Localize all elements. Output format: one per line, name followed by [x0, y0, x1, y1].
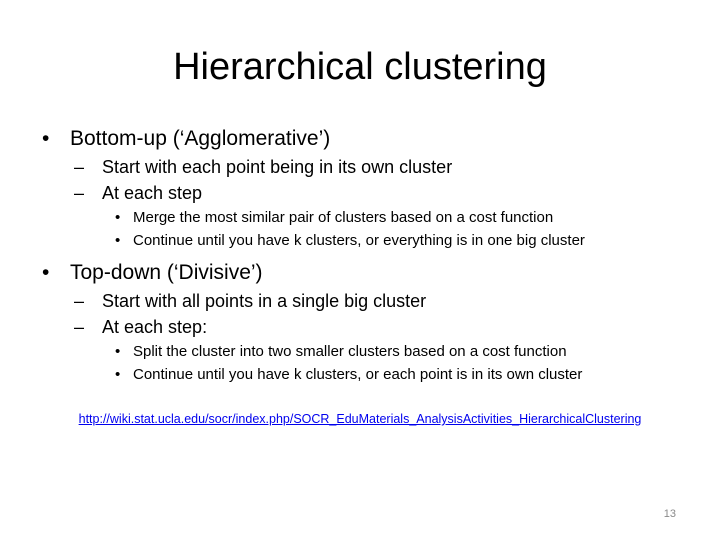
dash-marker: – [74, 291, 85, 311]
bullet-marker: • [42, 261, 50, 284]
sub-sub-bullet-text: Continue until you have k clusters, or e… [133, 232, 585, 249]
sub-bullet: – Start with all points in a single big … [42, 288, 702, 314]
sub-sub-bullet: • Continue until you have k clusters, or… [42, 229, 702, 252]
sub-bullet: – Start with each point being in its own… [42, 154, 702, 180]
dash-marker: – [74, 183, 85, 203]
bullet-marker: • [115, 209, 121, 226]
sub-bullet-text: Start with all points in a single big cl… [102, 291, 427, 311]
sub-bullet: – At each step [42, 180, 702, 206]
sub-bullet: – At each step: [42, 314, 702, 340]
sub-sub-bullet-text: Merge the most similar pair of clusters … [133, 209, 554, 226]
bullet-list: • Bottom-up (‘Agglomerative’) – Start wi… [42, 124, 702, 386]
sub-sub-bullet-text: Continue until you have k clusters, or e… [133, 366, 583, 383]
sub-bullet-text: At each step: [102, 317, 208, 337]
bullet-text: Top-down (‘Divisive’) [70, 261, 263, 284]
bullet-marker: • [115, 366, 121, 383]
bullet-bottom-up: • Bottom-up (‘Agglomerative’) [42, 124, 702, 154]
bullet-marker: • [42, 127, 50, 150]
dash-marker: – [74, 317, 85, 337]
slide: Hierarchical clustering • Bottom-up (‘Ag… [0, 0, 720, 540]
sub-sub-bullet: • Split the cluster into two smaller clu… [42, 340, 702, 363]
slide-title: Hierarchical clustering [173, 46, 547, 88]
dash-marker: – [74, 157, 85, 177]
reference-link[interactable]: http://wiki.stat.ucla.edu/socr/index.php… [79, 412, 642, 426]
bullet-top-down: • Top-down (‘Divisive’) [42, 258, 702, 288]
bullet-marker: • [115, 343, 121, 360]
sub-sub-bullet: • Continue until you have k clusters, or… [42, 363, 702, 386]
bullet-marker: • [115, 232, 121, 249]
reference-link-row: http://wiki.stat.ucla.edu/socr/index.php… [0, 410, 720, 428]
sub-sub-bullet-text: Split the cluster into two smaller clust… [133, 343, 567, 360]
bullet-text: Bottom-up (‘Agglomerative’) [70, 127, 331, 150]
page-number: 13 [663, 508, 676, 520]
sub-bullet-text: Start with each point being in its own c… [102, 157, 453, 177]
sub-bullet-text: At each step [102, 183, 203, 203]
sub-sub-bullet: • Merge the most similar pair of cluster… [42, 206, 702, 229]
